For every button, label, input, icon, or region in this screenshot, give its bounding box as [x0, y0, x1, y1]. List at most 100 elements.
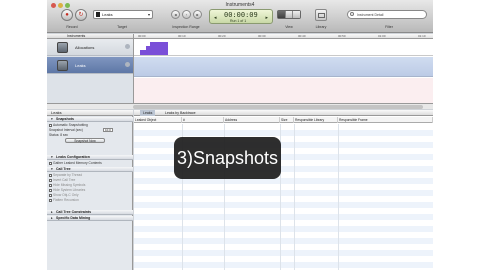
search-input[interactable]: Instrument Detail [347, 10, 427, 19]
column-address[interactable]: Address [224, 117, 280, 123]
target-caption: Target [117, 25, 127, 29]
elapsed-time: 00:00:09 [224, 11, 258, 19]
ruler-tick-label: 00:30 [258, 34, 266, 38]
view-instruments-toggle[interactable] [278, 11, 286, 18]
ruler-tick-label: 00:00 [138, 34, 146, 38]
status-row: Status: 8 sec [49, 133, 69, 137]
instruments-window: Instruments4 ● ↻ Leaks ▾ ◂ ◦ ▸ ◂ 00:00:0… [47, 0, 433, 270]
call-tree-option[interactable]: Hide Missing Symbols [49, 183, 85, 187]
allocations-icon [57, 42, 68, 53]
next-run-icon[interactable]: ▸ [265, 15, 268, 21]
ruler-tick-label: 00:10 [178, 34, 186, 38]
detail-header: Leaks [47, 110, 133, 116]
column-divider [338, 124, 339, 270]
time-display: ◂ 00:00:09 Run 1 of 1 ▸ [209, 9, 273, 24]
bracket-left-icon: ◂ [174, 12, 177, 17]
section-call-tree[interactable]: ▾ Call Tree [47, 167, 133, 172]
checkbox-icon [49, 198, 52, 202]
inspection-start-button[interactable]: ◂ [171, 10, 180, 19]
call-tree-option[interactable]: Show Obj-C Only [49, 193, 78, 197]
checkbox-icon [49, 188, 52, 192]
loop-icon: ↻ [78, 12, 84, 18]
instrument-row-allocations[interactable]: Allocations [47, 39, 133, 56]
previous-run-icon[interactable]: ◂ [214, 15, 217, 21]
ruler-tick-label: 00:20 [218, 34, 226, 38]
checkbox-icon [49, 161, 52, 165]
tutorial-caption: 3)Snapshots [174, 137, 281, 179]
track-area[interactable] [133, 39, 433, 103]
checkbox-icon [49, 173, 52, 177]
record-caption: Record [66, 25, 78, 29]
ruler-tick-label: 00:50 [338, 34, 346, 38]
column-count[interactable]: # [182, 117, 224, 123]
detail-tabbar: Leaks Leaks by Backtrace [134, 110, 433, 116]
loop-button[interactable]: ↻ [75, 9, 87, 21]
column-leaked-object[interactable]: Leaked Object [134, 117, 182, 123]
allocations-lane [134, 39, 433, 56]
inspection-caption: Inspection Range [172, 25, 200, 29]
call-tree-option[interactable]: Hide System Libraries [49, 188, 85, 192]
leaks-icon [57, 60, 68, 71]
instrument-row-leaks[interactable]: Leaks [47, 57, 133, 74]
column-size[interactable]: Size [280, 117, 294, 123]
view-detail-toggle[interactable] [285, 11, 294, 18]
empty-lane [134, 78, 433, 103]
letterbox-left [0, 0, 47, 270]
tab-leaks[interactable]: Leaks [140, 110, 156, 116]
call-tree-option[interactable]: Separate by Thread [49, 173, 82, 177]
inspection-end-button[interactable]: ▸ [193, 10, 202, 19]
library-caption: Library [315, 25, 327, 29]
target-app-icon [96, 12, 100, 17]
snapshot-now-button[interactable]: Snapshot Now [65, 138, 105, 143]
instrument-label: Leaks [75, 63, 86, 68]
timeline-scrollbar[interactable] [47, 103, 433, 109]
record-icon: ● [65, 12, 69, 18]
leaks-lane [134, 57, 433, 77]
section-snapshots[interactable]: ▾ Snapshots [47, 117, 133, 122]
detail-options-panel: Leaks ▾ Snapshots Automatic Snapshotting … [47, 110, 133, 270]
checkbox-icon [49, 123, 52, 127]
range-icon: ◦ [185, 12, 188, 17]
allocations-graph [140, 42, 168, 55]
letterbox-right [433, 0, 480, 270]
library-icon [318, 13, 325, 18]
instrument-label: Allocations [75, 45, 95, 50]
checkbox-icon [49, 193, 52, 197]
window-title: Instruments4 [225, 2, 255, 8]
view-extended-toggle[interactable] [293, 11, 301, 18]
snapshot-interval-input[interactable]: 10.0 [103, 128, 113, 132]
detail-table-panel: Leaks Leaks by Backtrace Leaked Object #… [134, 110, 433, 270]
target-value: Leaks [102, 12, 113, 17]
target-select[interactable]: Leaks ▾ [93, 10, 153, 19]
table-header: Leaked Object # Address Size Responsible… [134, 117, 433, 123]
info-icon[interactable] [125, 44, 130, 49]
column-responsible-frame[interactable]: Responsible Frame [338, 117, 433, 123]
ruler-tick-label: 01:10 [418, 34, 426, 38]
call-tree-option[interactable]: Flatten Recursion [49, 198, 79, 202]
section-call-tree-constraints[interactable]: ▸ Call Tree Constraints [47, 210, 133, 215]
call-tree-option[interactable]: Invert Call Tree [49, 178, 75, 182]
info-icon[interactable] [125, 62, 130, 67]
ruler-tick-label: 01:00 [378, 34, 386, 38]
tab-leaks-by-backtrace[interactable]: Leaks by Backtrace [162, 110, 199, 116]
view-segmented-control [277, 10, 301, 19]
search-icon [350, 12, 354, 16]
section-specific-data-mining[interactable]: ▸ Specific Data Mining [47, 216, 133, 221]
gather-leaked-memory-checkbox[interactable]: Gather Leaked Memory Contents [49, 161, 102, 165]
section-leaks-configuration[interactable]: ▾ Leaks Configuration [47, 155, 133, 160]
ruler-tick-label: 00:40 [298, 34, 306, 38]
column-divider [294, 124, 295, 270]
automatic-snapshotting-checkbox[interactable]: Automatic Snapshotting [49, 123, 88, 127]
library-button[interactable] [315, 9, 327, 21]
column-responsible-library[interactable]: Responsible Library [294, 117, 338, 123]
inspection-clear-button[interactable]: ◦ [182, 10, 191, 19]
chevron-down-icon: ▾ [147, 12, 150, 17]
checkbox-icon [49, 183, 52, 187]
scrollbar-thumb[interactable] [133, 105, 423, 109]
checkbox-icon [49, 178, 52, 182]
snapshot-interval-label: Snapshot Interval (sec) [49, 128, 83, 132]
run-indicator: Run 1 of 1 [230, 19, 247, 23]
search-placeholder: Instrument Detail [357, 13, 384, 17]
record-button[interactable]: ● [61, 9, 73, 21]
view-caption: View [285, 25, 293, 29]
